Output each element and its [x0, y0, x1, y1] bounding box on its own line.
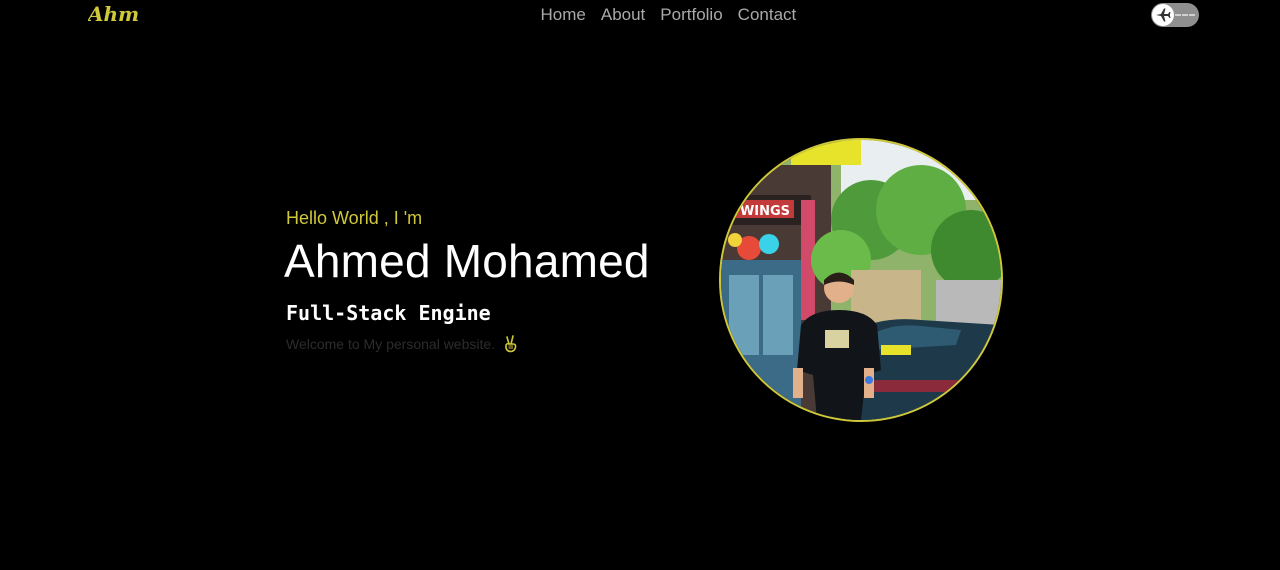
airplane-icon [1156, 8, 1171, 22]
profile-photo-illustration: WINGS [721, 140, 1001, 420]
runway-dashes [1175, 14, 1195, 16]
hero-name: Ahmed Mohamed [284, 235, 650, 287]
victory-hand-icon [505, 335, 517, 353]
toggle-knob [1152, 4, 1174, 26]
greeting: Hello World , I 'm [286, 208, 423, 228]
nav-link-portfolio[interactable]: Portfolio [653, 4, 730, 26]
nav-link-about[interactable]: About [593, 4, 652, 26]
welcome-text: Welcome to My personal website. [286, 336, 496, 352]
hero-text: Hello World , I 'm Ahmed Mohamed Full-St… [284, 206, 706, 354]
nav-links: Home About Portfolio Contact [533, 4, 804, 26]
theme-toggle[interactable] [1151, 3, 1199, 27]
logo[interactable]: Ahmed [88, 2, 138, 26]
profile-photo: WINGS [719, 138, 1003, 422]
page: Ahmed Home About Portfolio Contact Hello… [0, 0, 1280, 570]
navbar: Ahmed Home About Portfolio Contact [0, 0, 1280, 30]
hero-role: Full-Stack Engine [286, 301, 491, 325]
nav-link-home[interactable]: Home [533, 4, 593, 26]
nav-link-contact[interactable]: Contact [730, 4, 804, 26]
welcome-row: Welcome to My personal website. [286, 334, 706, 354]
photo-sign-text: WINGS [740, 204, 790, 219]
